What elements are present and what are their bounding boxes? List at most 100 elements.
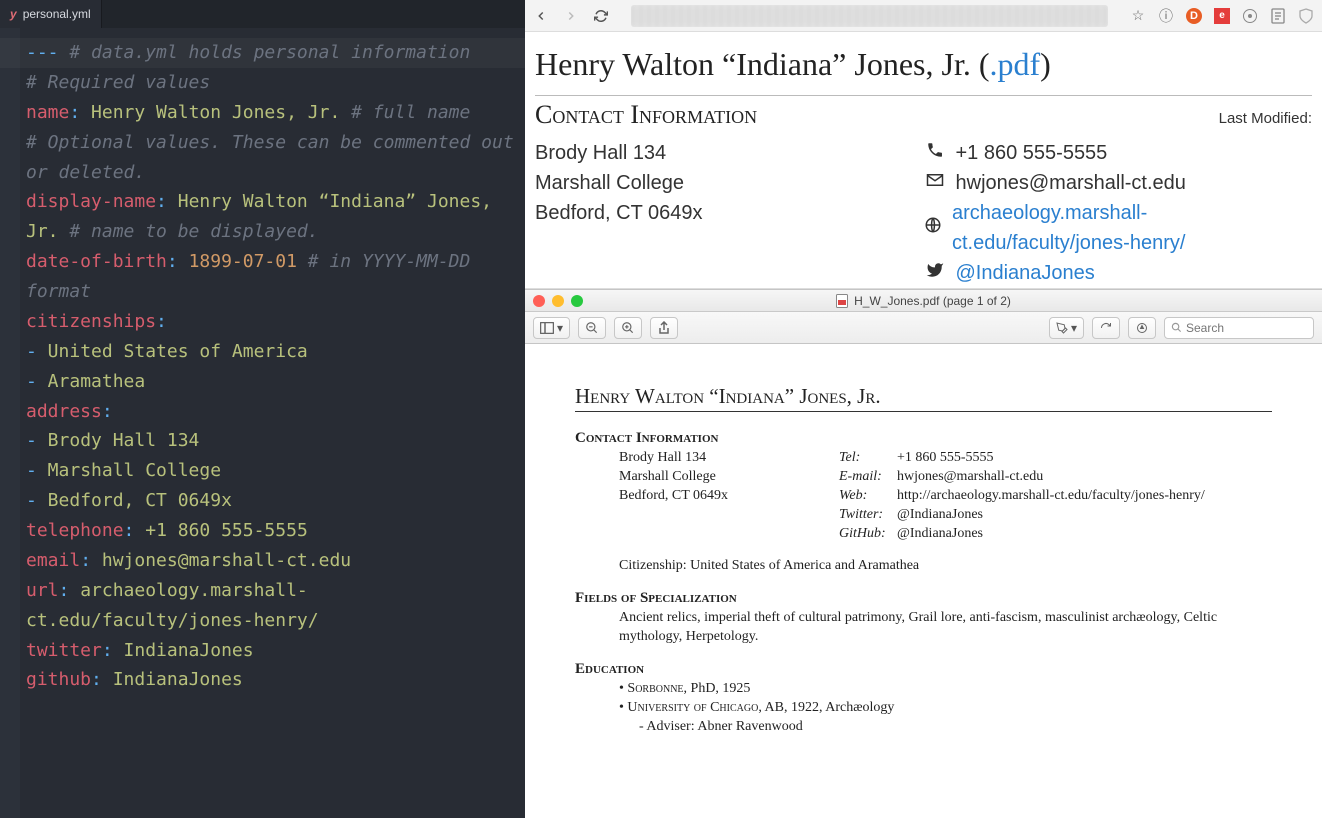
search-icon bbox=[1171, 322, 1182, 333]
email-icon bbox=[924, 168, 946, 198]
pdf-education-list: Sorbonne, PhD, 1925 University of Chicag… bbox=[619, 680, 1272, 737]
yaml-doc-start: --- bbox=[26, 42, 59, 63]
window-controls bbox=[533, 295, 583, 307]
last-modified-label: Last Modified: bbox=[1219, 110, 1312, 127]
address-line: Brody Hall 134 bbox=[535, 138, 924, 168]
yaml-file-icon: y bbox=[10, 7, 17, 21]
line-gutter bbox=[0, 28, 20, 818]
zoom-in-button[interactable] bbox=[614, 317, 642, 339]
yaml-value: IndianaJones bbox=[102, 669, 243, 690]
code-comment: # data.yml holds personal information bbox=[59, 42, 471, 63]
contact-links-column: +1 860 555-5555 hwjones@marshall-ct.edu … bbox=[924, 138, 1313, 288]
pdf-edu-detail: , PhD, 1925 bbox=[684, 681, 751, 696]
phone-icon bbox=[924, 138, 946, 168]
url-blurred-content bbox=[631, 5, 1108, 27]
yaml-key: address bbox=[26, 401, 102, 422]
code-comment: # name to be displayed. bbox=[59, 221, 319, 242]
editor-tab-file[interactable]: y personal.yml bbox=[0, 0, 102, 28]
yaml-key: citizenships bbox=[26, 311, 156, 332]
paren: ) bbox=[1040, 46, 1051, 82]
browser-toolbar: ☆ ⓘ D e bbox=[525, 0, 1322, 32]
close-window-button[interactable] bbox=[533, 295, 545, 307]
pdf-value-twitter: @IndianaJones bbox=[897, 506, 983, 525]
share-button[interactable] bbox=[650, 317, 678, 339]
twitter-icon bbox=[924, 258, 946, 288]
pdf-section-contact: Contact Information bbox=[575, 430, 1272, 447]
code-comment: # Required values bbox=[26, 72, 210, 93]
sidebar-toggle-button[interactable]: ▾ bbox=[533, 317, 570, 339]
pdf-value-github: @IndianaJones bbox=[897, 525, 983, 544]
section-title: Contact Information bbox=[535, 100, 757, 130]
pdf-file-icon bbox=[836, 294, 848, 308]
url-bar[interactable] bbox=[631, 5, 1108, 27]
editor-body[interactable]: --- # data.yml holds personal informatio… bbox=[0, 28, 525, 818]
yaml-key: display-name bbox=[26, 191, 156, 212]
yaml-key: twitter bbox=[26, 640, 102, 661]
pdf-address-line: Bedford, CT 0649x bbox=[619, 487, 839, 506]
web-page: Henry Walton “Indiana” Jones, Jr. (.pdf)… bbox=[525, 32, 1322, 289]
reload-button[interactable] bbox=[593, 8, 609, 24]
address-column: Brody Hall 134 Marshall College Bedford,… bbox=[535, 138, 924, 288]
section-header: Contact Information Last Modified: bbox=[535, 95, 1312, 130]
paren: ( bbox=[979, 46, 990, 82]
pdf-label-twitter: Twitter: bbox=[839, 506, 897, 525]
address-line: Bedford, CT 0649x bbox=[535, 198, 924, 228]
yaml-list-item: Brody Hall 134 bbox=[37, 430, 200, 451]
minimize-window-button[interactable] bbox=[552, 295, 564, 307]
extension-e-icon[interactable]: e bbox=[1214, 8, 1230, 24]
yaml-list-item: United States of America bbox=[37, 341, 308, 362]
star-icon[interactable]: ☆ bbox=[1130, 8, 1146, 24]
pdf-search-box[interactable] bbox=[1164, 317, 1314, 339]
yaml-value: +1 860 555-5555 bbox=[134, 520, 307, 541]
website-link[interactable]: archaeology.marshall-ct.edu/faculty/jone… bbox=[952, 198, 1312, 258]
yaml-list-item: Marshall College bbox=[37, 460, 221, 481]
yaml-list-item: Bedford, CT 0649x bbox=[37, 490, 232, 511]
pdf-citizenship: Citizenship: United States of America an… bbox=[619, 557, 1272, 576]
pdf-link[interactable]: .pdf bbox=[989, 46, 1040, 82]
pdf-titlebar[interactable]: H_W_Jones.pdf (page 1 of 2) bbox=[525, 290, 1322, 312]
editor-tab-label: personal.yml bbox=[23, 7, 91, 21]
pdf-label-github: GitHub: bbox=[839, 525, 897, 544]
pdf-value-tel: +1 860 555-5555 bbox=[897, 449, 994, 468]
pdf-search-input[interactable] bbox=[1186, 321, 1296, 335]
rotate-button[interactable] bbox=[1092, 317, 1120, 339]
markup-button[interactable] bbox=[1128, 317, 1156, 339]
pdf-contact-grid: Brody Hall 134 Marshall College Bedford,… bbox=[619, 449, 1272, 543]
address-line: Marshall College bbox=[535, 168, 924, 198]
info-icon[interactable]: ⓘ bbox=[1158, 8, 1174, 24]
yaml-value: archaeology.marshall-ct.edu/faculty/jone… bbox=[26, 580, 319, 631]
pdf-toolbar: ▾ ▾ bbox=[525, 312, 1322, 344]
pdf-label-tel: Tel: bbox=[839, 449, 897, 468]
duckduckgo-icon[interactable]: D bbox=[1186, 8, 1202, 24]
code-content[interactable]: --- # data.yml holds personal informatio… bbox=[26, 38, 525, 695]
highlight-button[interactable]: ▾ bbox=[1049, 317, 1084, 339]
yaml-key: date-of-birth bbox=[26, 251, 167, 272]
code-comment: # full name bbox=[340, 102, 470, 123]
pdf-label-email: E-mail: bbox=[839, 468, 897, 487]
pdf-edu-school: Sorbonne bbox=[627, 681, 683, 696]
right-pane: ☆ ⓘ D e Henry Walton “Indiana” Jones, Jr… bbox=[525, 0, 1322, 818]
forward-button[interactable] bbox=[563, 8, 579, 24]
shield-icon[interactable] bbox=[1298, 8, 1314, 24]
pdf-address-line: Marshall College bbox=[619, 468, 839, 487]
yaml-value: 1899-07-01 bbox=[178, 251, 297, 272]
back-button[interactable] bbox=[533, 8, 549, 24]
pdf-page[interactable]: Henry Walton “Indiana” Jones, Jr. Contac… bbox=[525, 344, 1322, 818]
globe-icon bbox=[924, 213, 942, 243]
pdf-heading-name: Henry Walton “Indiana” Jones, Jr. bbox=[575, 384, 1272, 412]
extension-icons: ☆ ⓘ D e bbox=[1130, 8, 1314, 24]
yaml-key: github bbox=[26, 669, 91, 690]
circle-dot-icon[interactable] bbox=[1242, 8, 1258, 24]
email-value[interactable]: hwjones@marshall-ct.edu bbox=[956, 168, 1186, 198]
pdf-address-line: Brody Hall 134 bbox=[619, 449, 839, 468]
zoom-out-button[interactable] bbox=[578, 317, 606, 339]
yaml-key: name bbox=[26, 102, 69, 123]
yaml-key: telephone bbox=[26, 520, 124, 541]
twitter-link[interactable]: @IndianaJones bbox=[956, 258, 1095, 288]
pdf-section-fields: Fields of Specialization bbox=[575, 590, 1272, 607]
document-icon[interactable] bbox=[1270, 8, 1286, 24]
contact-grid: Brody Hall 134 Marshall College Bedford,… bbox=[535, 138, 1312, 288]
maximize-window-button[interactable] bbox=[571, 295, 583, 307]
code-comment: # Optional values. These can be commente… bbox=[26, 132, 525, 183]
yaml-value: hwjones@marshall-ct.edu bbox=[91, 550, 351, 571]
